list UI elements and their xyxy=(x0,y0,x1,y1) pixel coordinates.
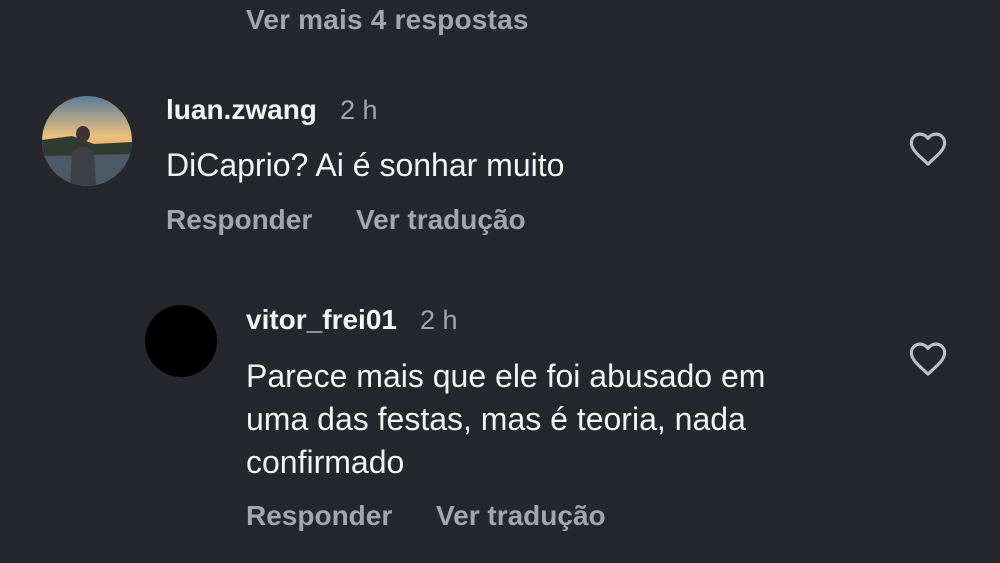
comment-text-line: Parece mais que ele foi abusado em xyxy=(246,358,766,394)
translate-button[interactable]: Ver tradução xyxy=(356,204,526,236)
heart-outline-icon[interactable] xyxy=(907,338,949,380)
comment-text: DiCaprio? Ai é sonhar muito xyxy=(166,147,565,183)
comment-timestamp: 2 h xyxy=(340,95,378,125)
avatar[interactable] xyxy=(42,96,132,186)
comment-text-line: confirmado xyxy=(246,444,405,480)
comment-timestamp: 2 h xyxy=(420,305,458,335)
avatar-photo-icon xyxy=(42,96,132,186)
comment-username[interactable]: luan.zwang xyxy=(166,94,317,126)
comment-luan-zwang: luan.zwang 2 h DiCaprio? Ai é sonhar mui… xyxy=(0,90,1000,250)
translate-button[interactable]: Ver tradução xyxy=(436,500,606,532)
reply-button[interactable]: Responder xyxy=(166,204,312,236)
comments-screen: Ver mais 4 respostas luan.zwang 2 h DiCa… xyxy=(0,0,1000,563)
comment-text-line: uma das festas, mas é teoria, nada xyxy=(246,401,746,437)
avatar[interactable] xyxy=(145,305,217,377)
heart-outline-icon[interactable] xyxy=(907,128,949,170)
view-more-replies-link[interactable]: Ver mais 4 respostas xyxy=(246,4,529,36)
comment-username[interactable]: vitor_frei01 xyxy=(246,304,397,336)
comment-vitor-frei01: vitor_frei01 2 h Parece mais que ele foi… xyxy=(0,300,1000,560)
reply-button[interactable]: Responder xyxy=(246,500,392,532)
